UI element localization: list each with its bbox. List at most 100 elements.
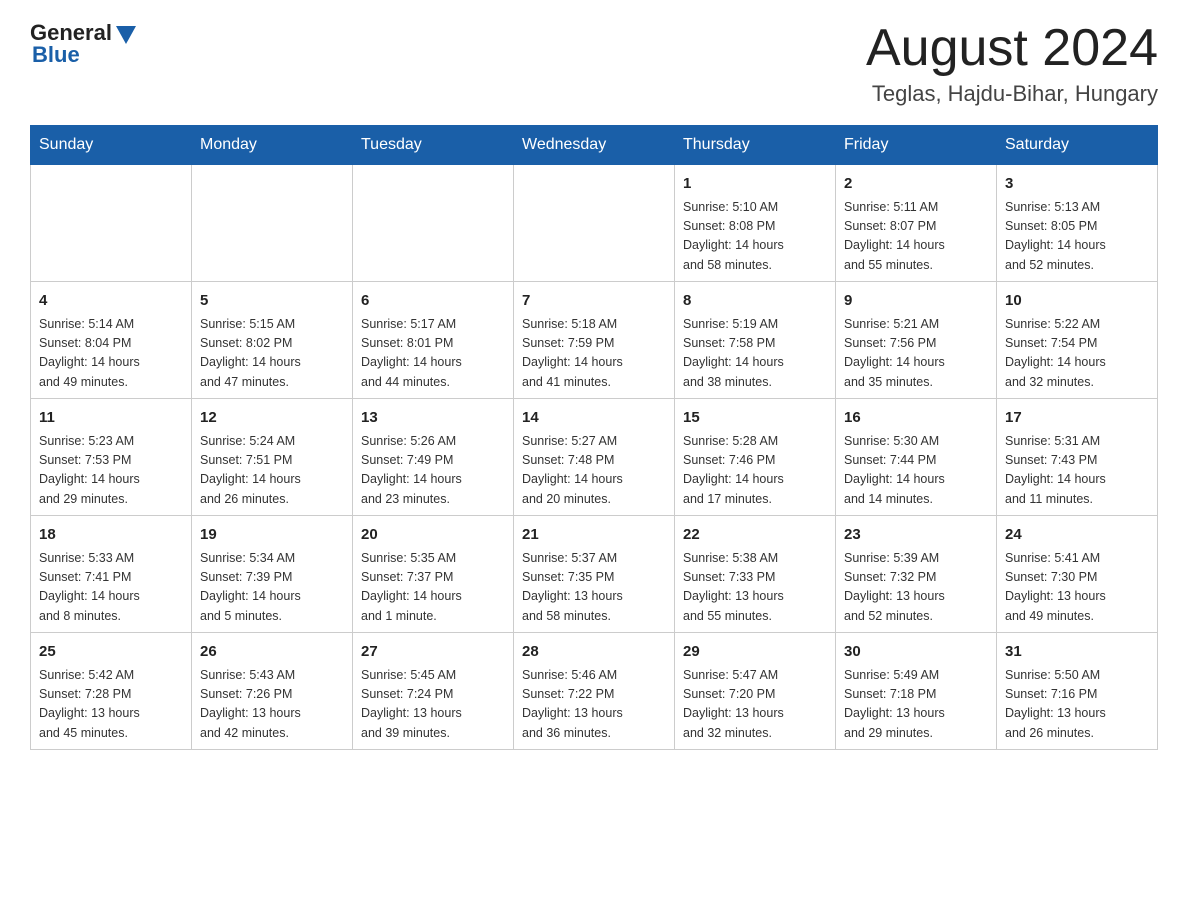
day-number: 9	[844, 290, 988, 313]
logo-blue-text: Blue	[30, 42, 80, 68]
calendar-header-row: SundayMondayTuesdayWednesdayThursdayFrid…	[31, 126, 1158, 165]
day-number: 12	[200, 407, 344, 430]
day-number: 23	[844, 524, 988, 547]
page-header: General Blue August 2024 Teglas, Hajdu-B…	[30, 20, 1158, 107]
day-number: 1	[683, 173, 827, 196]
day-info: Sunrise: 5:43 AM Sunset: 7:26 PM Dayligh…	[200, 666, 344, 744]
day-number: 13	[361, 407, 505, 430]
calendar-cell: 1Sunrise: 5:10 AM Sunset: 8:08 PM Daylig…	[675, 165, 836, 282]
calendar-cell: 21Sunrise: 5:37 AM Sunset: 7:35 PM Dayli…	[514, 516, 675, 633]
calendar-week-row: 1Sunrise: 5:10 AM Sunset: 8:08 PM Daylig…	[31, 165, 1158, 282]
day-info: Sunrise: 5:31 AM Sunset: 7:43 PM Dayligh…	[1005, 432, 1149, 510]
day-number: 5	[200, 290, 344, 313]
calendar-cell: 6Sunrise: 5:17 AM Sunset: 8:01 PM Daylig…	[353, 282, 514, 399]
day-number: 15	[683, 407, 827, 430]
day-info: Sunrise: 5:41 AM Sunset: 7:30 PM Dayligh…	[1005, 549, 1149, 627]
calendar-cell: 15Sunrise: 5:28 AM Sunset: 7:46 PM Dayli…	[675, 399, 836, 516]
day-info: Sunrise: 5:13 AM Sunset: 8:05 PM Dayligh…	[1005, 198, 1149, 276]
day-number: 2	[844, 173, 988, 196]
day-number: 3	[1005, 173, 1149, 196]
calendar-cell: 25Sunrise: 5:42 AM Sunset: 7:28 PM Dayli…	[31, 633, 192, 750]
day-info: Sunrise: 5:26 AM Sunset: 7:49 PM Dayligh…	[361, 432, 505, 510]
day-number: 14	[522, 407, 666, 430]
day-number: 20	[361, 524, 505, 547]
day-info: Sunrise: 5:19 AM Sunset: 7:58 PM Dayligh…	[683, 315, 827, 393]
day-number: 28	[522, 641, 666, 664]
day-info: Sunrise: 5:14 AM Sunset: 8:04 PM Dayligh…	[39, 315, 183, 393]
day-number: 11	[39, 407, 183, 430]
calendar-cell: 23Sunrise: 5:39 AM Sunset: 7:32 PM Dayli…	[836, 516, 997, 633]
day-number: 4	[39, 290, 183, 313]
calendar-week-row: 4Sunrise: 5:14 AM Sunset: 8:04 PM Daylig…	[31, 282, 1158, 399]
calendar-cell: 14Sunrise: 5:27 AM Sunset: 7:48 PM Dayli…	[514, 399, 675, 516]
day-info: Sunrise: 5:30 AM Sunset: 7:44 PM Dayligh…	[844, 432, 988, 510]
day-number: 22	[683, 524, 827, 547]
day-info: Sunrise: 5:47 AM Sunset: 7:20 PM Dayligh…	[683, 666, 827, 744]
day-info: Sunrise: 5:38 AM Sunset: 7:33 PM Dayligh…	[683, 549, 827, 627]
calendar-cell	[353, 165, 514, 282]
month-title: August 2024	[866, 20, 1158, 77]
calendar-header-tuesday: Tuesday	[353, 126, 514, 165]
calendar-cell: 2Sunrise: 5:11 AM Sunset: 8:07 PM Daylig…	[836, 165, 997, 282]
day-number: 19	[200, 524, 344, 547]
calendar-cell: 9Sunrise: 5:21 AM Sunset: 7:56 PM Daylig…	[836, 282, 997, 399]
calendar-cell: 17Sunrise: 5:31 AM Sunset: 7:43 PM Dayli…	[997, 399, 1158, 516]
calendar-cell: 16Sunrise: 5:30 AM Sunset: 7:44 PM Dayli…	[836, 399, 997, 516]
calendar-header-sunday: Sunday	[31, 126, 192, 165]
calendar-cell: 13Sunrise: 5:26 AM Sunset: 7:49 PM Dayli…	[353, 399, 514, 516]
calendar-week-row: 11Sunrise: 5:23 AM Sunset: 7:53 PM Dayli…	[31, 399, 1158, 516]
calendar-week-row: 25Sunrise: 5:42 AM Sunset: 7:28 PM Dayli…	[31, 633, 1158, 750]
day-number: 27	[361, 641, 505, 664]
logo-arrow-icon	[116, 26, 136, 44]
day-info: Sunrise: 5:39 AM Sunset: 7:32 PM Dayligh…	[844, 549, 988, 627]
calendar-cell: 12Sunrise: 5:24 AM Sunset: 7:51 PM Dayli…	[192, 399, 353, 516]
day-info: Sunrise: 5:49 AM Sunset: 7:18 PM Dayligh…	[844, 666, 988, 744]
calendar-cell	[514, 165, 675, 282]
day-info: Sunrise: 5:10 AM Sunset: 8:08 PM Dayligh…	[683, 198, 827, 276]
day-number: 25	[39, 641, 183, 664]
calendar-cell: 10Sunrise: 5:22 AM Sunset: 7:54 PM Dayli…	[997, 282, 1158, 399]
day-info: Sunrise: 5:24 AM Sunset: 7:51 PM Dayligh…	[200, 432, 344, 510]
day-number: 26	[200, 641, 344, 664]
calendar-cell: 4Sunrise: 5:14 AM Sunset: 8:04 PM Daylig…	[31, 282, 192, 399]
day-number: 30	[844, 641, 988, 664]
day-info: Sunrise: 5:27 AM Sunset: 7:48 PM Dayligh…	[522, 432, 666, 510]
calendar-cell: 30Sunrise: 5:49 AM Sunset: 7:18 PM Dayli…	[836, 633, 997, 750]
calendar-cell: 3Sunrise: 5:13 AM Sunset: 8:05 PM Daylig…	[997, 165, 1158, 282]
day-number: 21	[522, 524, 666, 547]
calendar-cell: 20Sunrise: 5:35 AM Sunset: 7:37 PM Dayli…	[353, 516, 514, 633]
calendar-week-row: 18Sunrise: 5:33 AM Sunset: 7:41 PM Dayli…	[31, 516, 1158, 633]
location-title: Teglas, Hajdu-Bihar, Hungary	[866, 81, 1158, 107]
calendar-cell: 18Sunrise: 5:33 AM Sunset: 7:41 PM Dayli…	[31, 516, 192, 633]
day-number: 31	[1005, 641, 1149, 664]
day-info: Sunrise: 5:37 AM Sunset: 7:35 PM Dayligh…	[522, 549, 666, 627]
calendar-header-wednesday: Wednesday	[514, 126, 675, 165]
day-number: 16	[844, 407, 988, 430]
day-info: Sunrise: 5:18 AM Sunset: 7:59 PM Dayligh…	[522, 315, 666, 393]
day-number: 17	[1005, 407, 1149, 430]
calendar-cell: 22Sunrise: 5:38 AM Sunset: 7:33 PM Dayli…	[675, 516, 836, 633]
calendar-cell: 5Sunrise: 5:15 AM Sunset: 8:02 PM Daylig…	[192, 282, 353, 399]
logo: General Blue	[30, 20, 136, 68]
calendar-cell: 27Sunrise: 5:45 AM Sunset: 7:24 PM Dayli…	[353, 633, 514, 750]
day-number: 24	[1005, 524, 1149, 547]
calendar-header-saturday: Saturday	[997, 126, 1158, 165]
calendar-cell: 28Sunrise: 5:46 AM Sunset: 7:22 PM Dayli…	[514, 633, 675, 750]
calendar-cell: 8Sunrise: 5:19 AM Sunset: 7:58 PM Daylig…	[675, 282, 836, 399]
calendar-cell: 7Sunrise: 5:18 AM Sunset: 7:59 PM Daylig…	[514, 282, 675, 399]
calendar-cell	[31, 165, 192, 282]
day-info: Sunrise: 5:50 AM Sunset: 7:16 PM Dayligh…	[1005, 666, 1149, 744]
day-number: 6	[361, 290, 505, 313]
day-info: Sunrise: 5:17 AM Sunset: 8:01 PM Dayligh…	[361, 315, 505, 393]
calendar-cell: 31Sunrise: 5:50 AM Sunset: 7:16 PM Dayli…	[997, 633, 1158, 750]
calendar-cell: 26Sunrise: 5:43 AM Sunset: 7:26 PM Dayli…	[192, 633, 353, 750]
day-info: Sunrise: 5:15 AM Sunset: 8:02 PM Dayligh…	[200, 315, 344, 393]
day-info: Sunrise: 5:35 AM Sunset: 7:37 PM Dayligh…	[361, 549, 505, 627]
day-info: Sunrise: 5:22 AM Sunset: 7:54 PM Dayligh…	[1005, 315, 1149, 393]
day-info: Sunrise: 5:33 AM Sunset: 7:41 PM Dayligh…	[39, 549, 183, 627]
day-info: Sunrise: 5:28 AM Sunset: 7:46 PM Dayligh…	[683, 432, 827, 510]
title-section: August 2024 Teglas, Hajdu-Bihar, Hungary	[866, 20, 1158, 107]
calendar-cell: 11Sunrise: 5:23 AM Sunset: 7:53 PM Dayli…	[31, 399, 192, 516]
day-number: 8	[683, 290, 827, 313]
calendar-cell	[192, 165, 353, 282]
